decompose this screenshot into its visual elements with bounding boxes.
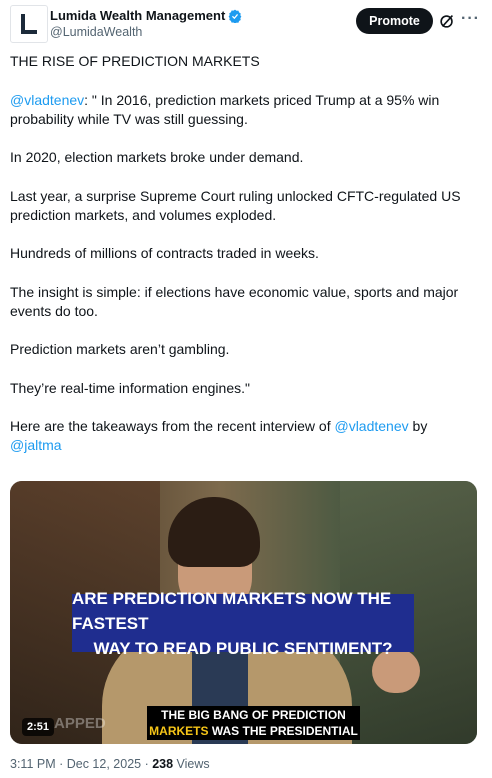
video-watermark: APPED <box>54 715 106 732</box>
more-options-icon[interactable]: ··· <box>461 10 480 28</box>
mention-link[interactable]: @vladtenev <box>334 418 408 434</box>
tweet-text: THE RISE OF PREDICTION MARKETS @vladtene… <box>10 52 484 475</box>
author-handle[interactable]: @LumidaWealth <box>50 25 142 39</box>
mention-link[interactable]: @vladtenev <box>10 92 84 108</box>
video-duration-badge: 2:51 <box>22 718 54 736</box>
grok-icon[interactable] <box>438 12 456 30</box>
tweet-paragraph-1: @vladtenev: " In 2016, prediction market… <box>10 91 484 129</box>
tweet-paragraph-6: Prediction markets aren’t gambling. <box>10 341 230 357</box>
brand-logo-icon-base <box>21 30 37 34</box>
banner-line-2: WAY TO READ PUBLIC SENTIMENT? <box>93 638 393 658</box>
tweet-paragraph-8-by: by <box>408 418 428 434</box>
tweet-header: Lumida Wealth Management @LumidaWealth P… <box>0 0 492 48</box>
promote-button[interactable]: Promote <box>356 8 433 34</box>
video-caption: THE BIG BANG OF PREDICTION MARKETS WAS T… <box>147 706 360 740</box>
tweet-timestamp[interactable]: 3:11 PM · Dec 12, 2025 · <box>10 757 152 771</box>
verified-badge-icon <box>228 9 242 23</box>
tweet-paragraph-8: Here are the takeaways from the recent i… <box>10 417 484 455</box>
caption-highlight: MARKETS <box>149 724 209 738</box>
tweet-paragraph-3: Last year, a surprise Supreme Court ruli… <box>10 187 461 223</box>
video-player[interactable]: ARE PREDICTION MARKETS NOW THE FASTEST W… <box>10 481 477 744</box>
banner-line-1: ARE PREDICTION MARKETS NOW THE FASTEST <box>72 588 392 633</box>
video-title-banner: ARE PREDICTION MARKETS NOW THE FASTEST W… <box>72 589 414 658</box>
author-display-name[interactable]: Lumida Wealth Management <box>50 8 225 23</box>
caption-line-2-rest: WAS THE PRESIDENTIAL <box>208 724 358 738</box>
views-label: Views <box>173 757 210 771</box>
tweet-paragraph-5: The insight is simple: if elections have… <box>10 283 459 319</box>
tweet-title: THE RISE OF PREDICTION MARKETS <box>10 53 260 69</box>
tweet-paragraph-4: Hundreds of millions of contracts traded… <box>10 245 319 261</box>
avatar[interactable] <box>10 5 48 43</box>
author-name-row: Lumida Wealth Management <box>50 8 242 23</box>
mention-link[interactable]: @jaltma <box>10 437 62 453</box>
tweet-paragraph-2: In 2020, election markets broke under de… <box>10 149 304 165</box>
views-count: 238 <box>152 757 174 771</box>
tweet-paragraph-7: They’re real-time information engines." <box>10 379 250 396</box>
tweet-meta: 3:11 PM · Dec 12, 2025 · 238 Views <box>10 757 210 771</box>
video-person-hair <box>168 497 260 567</box>
caption-line-2: MARKETS WAS THE PRESIDENTIAL <box>149 723 358 739</box>
caption-line-1: THE BIG BANG OF PREDICTION <box>161 708 346 722</box>
tweet-paragraph-8-text: Here are the takeaways from the recent i… <box>10 418 335 434</box>
